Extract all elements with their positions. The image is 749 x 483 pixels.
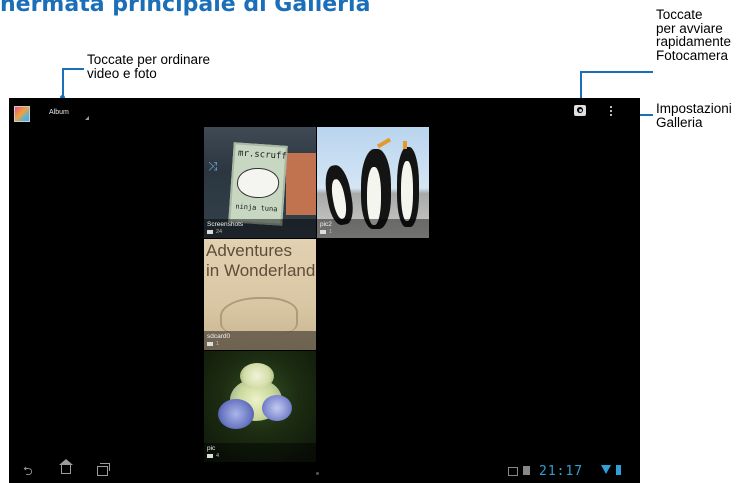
- album-tile-pic2[interactable]: pic2 1: [317, 127, 429, 238]
- back-icon[interactable]: ⮌: [23, 465, 33, 477]
- folder-icon: [207, 230, 213, 234]
- thumb-paper: mr.scruff ninja tuna: [228, 142, 288, 226]
- flower-shape: [218, 399, 254, 429]
- dropdown-caret-icon: [85, 116, 89, 120]
- gallery-app-icon[interactable]: [14, 106, 30, 122]
- page-title: hermata principale di Galleria: [0, 0, 371, 17]
- penguin-belly: [401, 161, 413, 221]
- flower-shape: [240, 363, 274, 389]
- album-caption: sdcard0 1: [204, 331, 316, 350]
- thumb-text-mrscruff: mr.scruff: [237, 148, 288, 162]
- callout-settings: Impostazioni Galleria: [656, 101, 732, 130]
- thumb-decor: [286, 153, 316, 215]
- home-icon[interactable]: [59, 459, 73, 474]
- album-count: 24: [216, 229, 223, 235]
- flower-shape: [262, 395, 292, 421]
- thumb-text-ninjatuna: ninja tuna: [235, 202, 278, 214]
- folder-icon: [320, 230, 326, 234]
- callout-sort-line-v: [62, 68, 64, 96]
- thumb-text-alice: Adventures in Wonderland: [206, 241, 316, 280]
- camera-icon[interactable]: [574, 105, 586, 116]
- album-name: sdcard0: [207, 333, 231, 340]
- battery-icon: [616, 465, 621, 475]
- thumb-blob: [236, 166, 281, 200]
- action-bar: Album: [9, 98, 640, 126]
- center-dot: [316, 472, 319, 475]
- gallery-screen: Album ⤨ mr.scruff ninja tuna Screenshots…: [9, 98, 640, 483]
- album-tile-pic[interactable]: pic 4: [204, 351, 316, 462]
- album-name: pic: [207, 445, 216, 452]
- sdcard-notification-icon: [523, 466, 530, 475]
- callout-camera: Toccate per avviare rapidamente Fotocame…: [656, 7, 732, 63]
- image-notification-icon: [508, 467, 518, 476]
- status-clock: 21:17: [539, 464, 584, 479]
- wifi-icon: [601, 465, 611, 474]
- album-tile-sdcard0[interactable]: Adventures in Wonderland sdcard0 1: [204, 239, 316, 350]
- folder-icon: [207, 342, 213, 346]
- thumb-sketch: [220, 297, 298, 335]
- callout-sort: Toccate per ordinare video e foto: [87, 52, 211, 81]
- album-count: 1: [216, 341, 220, 347]
- penguin-beak: [403, 141, 407, 149]
- album-name: Screenshots: [207, 221, 244, 228]
- callout-camera-line-h: [580, 71, 653, 73]
- penguin-belly: [367, 167, 381, 225]
- system-nav-bar: ⮌ 21:17: [9, 455, 640, 483]
- shuffle-icon: ⤨: [208, 159, 218, 173]
- album-tile-screenshots[interactable]: ⤨ mr.scruff ninja tuna Screenshots 24: [204, 127, 316, 238]
- album-count: 1: [329, 229, 333, 235]
- penguin-beak: [376, 137, 392, 149]
- recent-apps-icon[interactable]: [97, 463, 110, 476]
- callout-sort-line-h: [62, 68, 84, 70]
- album-dropdown[interactable]: Album: [49, 109, 69, 116]
- callout-camera-line-v: [580, 71, 582, 99]
- album-caption: pic2 1: [317, 219, 429, 238]
- album-name: pic2: [320, 221, 332, 228]
- overflow-menu-icon[interactable]: [609, 106, 613, 118]
- album-caption: Screenshots 24: [204, 219, 316, 238]
